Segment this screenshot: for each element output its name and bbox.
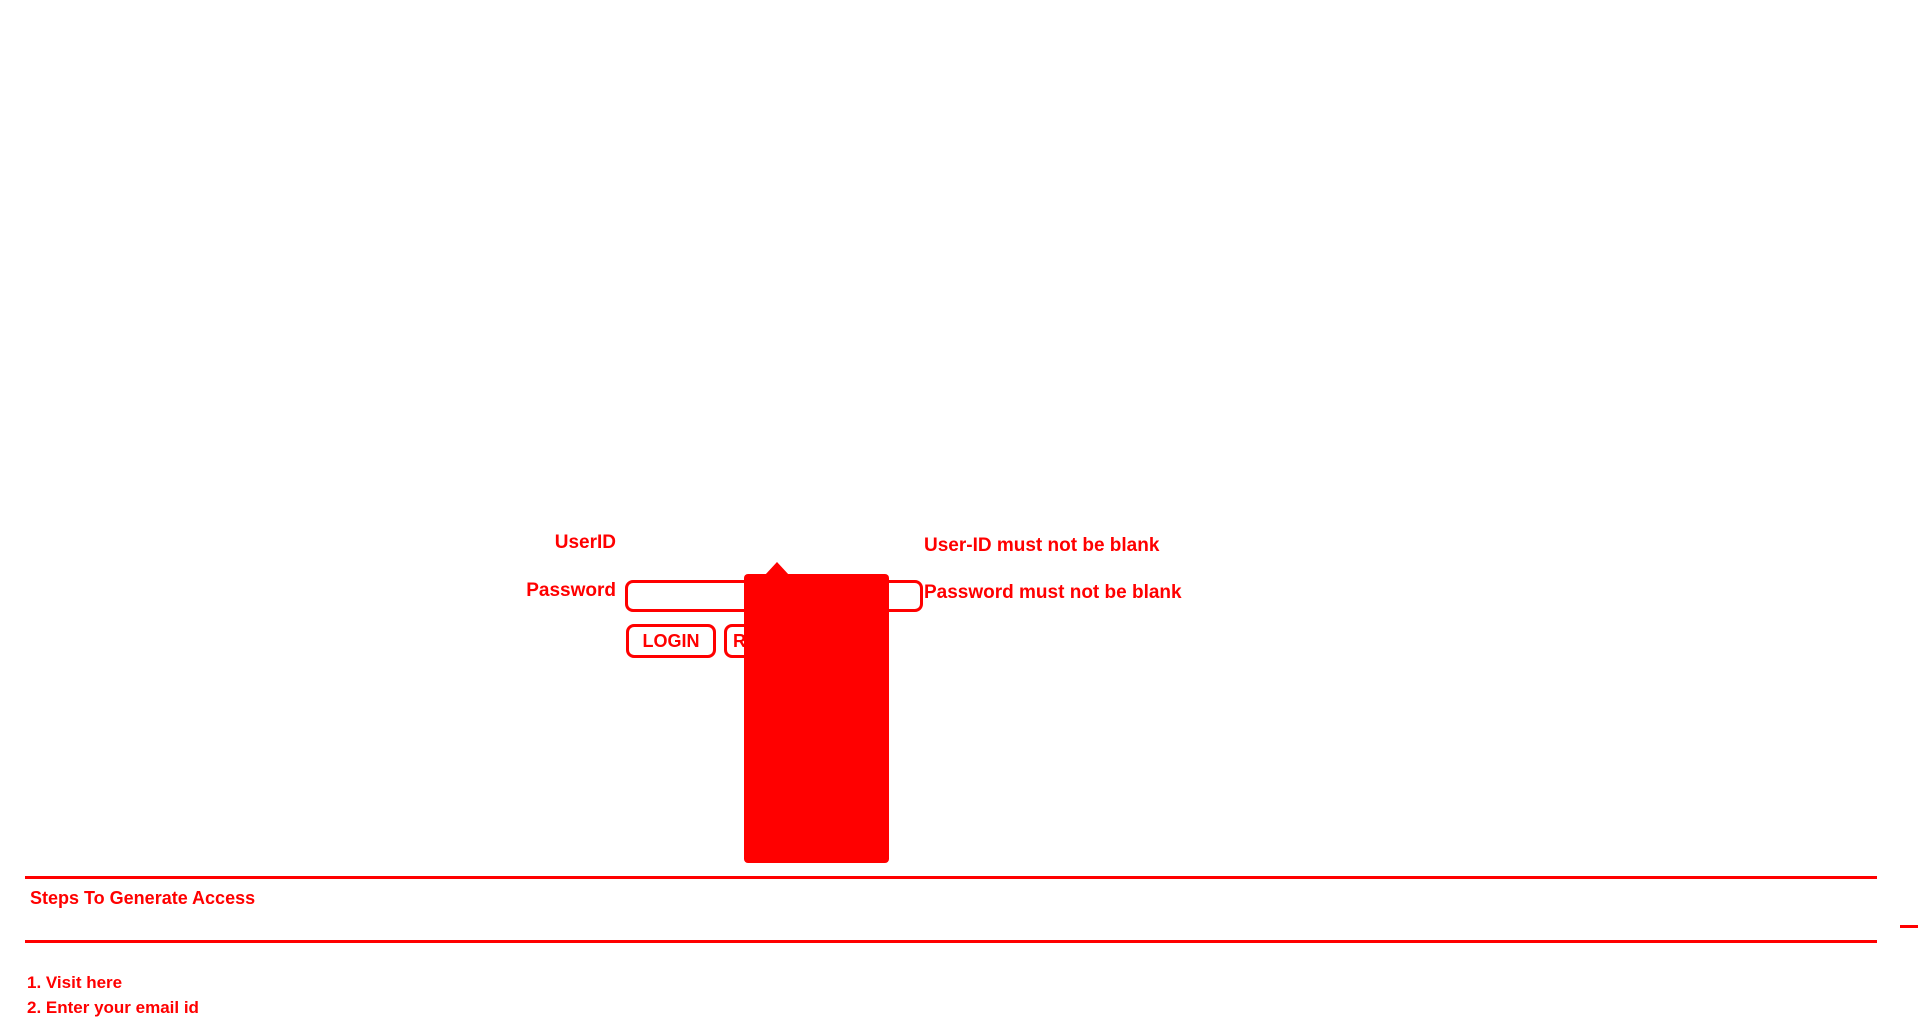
steps-section-title: Steps To Generate Access	[30, 888, 256, 908]
page: UserID User-ID must not be blank Passwor…	[0, 0, 1920, 1020]
password-label: Password	[526, 580, 616, 601]
step-text: 2. Enter your email id	[27, 998, 199, 1017]
step-item: 2. Enter your email id	[27, 998, 199, 1018]
userid-label: UserID	[554, 532, 616, 553]
userid-input[interactable]	[628, 532, 924, 560]
section-divider-top	[25, 876, 1877, 879]
collapse-icon[interactable]	[1900, 925, 1918, 928]
validation-popup	[744, 574, 889, 863]
userid-error-message: User-ID must not be blank	[924, 535, 1160, 556]
password-error-message: Password must not be blank	[924, 582, 1182, 603]
step-item: 1. Visit here	[27, 973, 122, 993]
section-divider-bottom	[25, 940, 1877, 943]
step-text: 1. Visit	[27, 973, 87, 992]
visit-here-link[interactable]: here	[86, 973, 122, 992]
login-button[interactable]: LOGIN	[626, 624, 716, 658]
